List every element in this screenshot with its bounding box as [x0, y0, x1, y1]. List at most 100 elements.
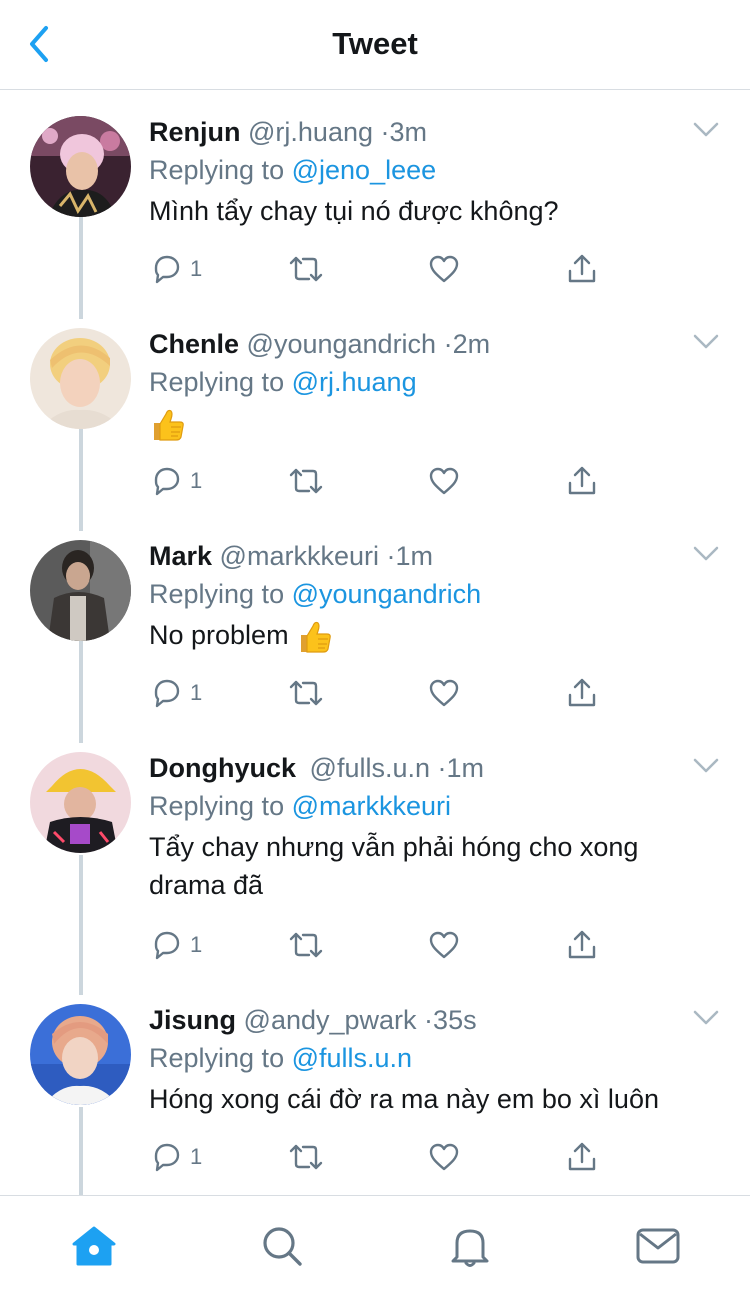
timestamp: 2m: [452, 329, 491, 359]
separator-dot: ·: [380, 117, 390, 147]
reply-count: 1: [190, 1144, 203, 1169]
tab-search[interactable]: [252, 1216, 312, 1276]
display-name[interactable]: Mark: [149, 541, 212, 571]
retweet-icon: [289, 256, 323, 282]
avatar[interactable]: [30, 540, 131, 641]
chevron-down-icon[interactable]: [692, 756, 720, 776]
retweet-button[interactable]: [287, 249, 325, 289]
like-button[interactable]: [427, 461, 461, 501]
avatar[interactable]: [30, 752, 131, 853]
tweet-text-line: Tẩy chay nhưng vẫn phải hóng cho xong: [149, 832, 639, 862]
share-button[interactable]: [565, 673, 599, 713]
tab-home[interactable]: [64, 1216, 124, 1276]
tweet-actions: 1: [149, 249, 619, 289]
tweet-text-content: No problem: [149, 620, 289, 650]
heart-icon: [429, 931, 459, 959]
tab-messages[interactable]: [628, 1216, 688, 1276]
tweet-item[interactable]: Renjun @rj.huang ·3m Replying to @jeno_l…: [0, 114, 750, 314]
share-button[interactable]: [565, 461, 599, 501]
retweet-icon: [289, 932, 323, 958]
like-button[interactable]: [427, 673, 461, 713]
share-button[interactable]: [565, 1137, 599, 1177]
reply-icon: [154, 1143, 180, 1172]
reply-button[interactable]: 1: [149, 925, 202, 965]
tab-notifications[interactable]: [440, 1216, 500, 1276]
reply-count: 1: [190, 932, 203, 957]
reply-button[interactable]: 1: [149, 249, 202, 289]
tweet-text: Mình tẩy chay tụi nó được không?: [149, 196, 559, 226]
like-button[interactable]: [427, 249, 461, 289]
avatar[interactable]: [30, 328, 131, 429]
chevron-down-icon[interactable]: [692, 332, 720, 352]
display-name[interactable]: Renjun: [149, 117, 241, 147]
tweet-header: Chenle @youngandrich ·2m: [149, 326, 490, 362]
separator-dot: ·: [424, 1005, 434, 1035]
reply-count: 1: [190, 468, 203, 493]
thumbs-up-emoji-icon: [301, 621, 331, 653]
tweet-item[interactable]: Donghyuck @fulls.u.n ·1m Replying to @ma…: [0, 750, 750, 990]
user-handle[interactable]: @markkkeuri: [220, 541, 379, 571]
avatar[interactable]: [30, 116, 131, 217]
tweet-actions: 1: [149, 1137, 619, 1177]
chevron-down-icon[interactable]: [692, 120, 720, 140]
replying-to-line: Replying to @jeno_leee: [149, 152, 436, 188]
tweet-thread[interactable]: Renjun @rj.huang ·3m Replying to @jeno_l…: [0, 91, 750, 1195]
tweet-actions: 1: [149, 461, 619, 501]
replying-to-label: Replying to: [149, 1043, 285, 1073]
reply-icon: [154, 467, 180, 496]
tweet-text: Hóng xong cái đờ ra ma này em bo xì luôn: [149, 1084, 659, 1114]
chevron-down-icon[interactable]: [692, 1008, 720, 1028]
tweet-header: Jisung @andy_pwark ·35s: [149, 1002, 477, 1038]
share-button[interactable]: [565, 925, 599, 965]
tweet-header: Mark @markkkeuri ·1m: [149, 538, 433, 574]
replying-to-mention[interactable]: @fulls.u.n: [292, 1043, 412, 1073]
tweet-item[interactable]: Jisung @andy_pwark ·35s Replying to @ful…: [0, 1002, 750, 1195]
user-handle[interactable]: @fulls.u.n: [310, 753, 430, 783]
tweet-header: Renjun @rj.huang ·3m: [149, 114, 427, 150]
replying-to-label: Replying to: [149, 579, 285, 609]
reply-count: 1: [190, 680, 203, 705]
chevron-down-icon[interactable]: [692, 544, 720, 564]
bell-icon: [451, 1229, 489, 1267]
avatar[interactable]: [30, 1004, 131, 1105]
timestamp: 3m: [389, 117, 428, 147]
user-handle[interactable]: @youngandrich: [247, 329, 437, 359]
retweet-button[interactable]: [287, 925, 325, 965]
display-name[interactable]: Jisung: [149, 1005, 236, 1035]
user-handle[interactable]: @rj.huang: [248, 117, 373, 147]
timestamp: 1m: [395, 541, 434, 571]
timestamp: 35s: [433, 1005, 477, 1035]
replying-to-line: Replying to @fulls.u.n: [149, 1040, 412, 1076]
replying-to-mention[interactable]: @youngandrich: [292, 579, 482, 609]
replying-to-mention[interactable]: @jeno_leee: [292, 155, 437, 185]
display-name[interactable]: Donghyuck: [149, 753, 296, 783]
tweet-text-line: drama đã: [149, 870, 264, 900]
share-icon: [568, 254, 596, 283]
replying-to-mention[interactable]: @rj.huang: [292, 367, 417, 397]
reply-button[interactable]: 1: [149, 673, 202, 713]
tweet-item[interactable]: Chenle @youngandrich ·2m Replying to @rj…: [0, 326, 750, 526]
tweet-text: Tẩy chay nhưng vẫn phải hóng cho xong dr…: [149, 828, 729, 904]
reply-button[interactable]: 1: [149, 461, 202, 501]
share-button[interactable]: [565, 249, 599, 289]
retweet-icon: [289, 1144, 323, 1170]
user-handle[interactable]: @andy_pwark: [244, 1005, 417, 1035]
reply-icon: [154, 679, 180, 708]
page-title: Tweet: [332, 26, 418, 61]
display-name[interactable]: Chenle: [149, 329, 239, 359]
replying-to-mention[interactable]: @markkkeuri: [292, 791, 451, 821]
retweet-button[interactable]: [287, 673, 325, 713]
share-icon: [568, 930, 596, 959]
home-icon: [72, 1226, 116, 1266]
reply-button[interactable]: 1: [149, 1137, 202, 1177]
retweet-button[interactable]: [287, 1137, 325, 1177]
mail-icon: [636, 1228, 680, 1264]
tweet-text: No problem: [149, 616, 729, 656]
heart-icon: [429, 255, 459, 283]
like-button[interactable]: [427, 1137, 461, 1177]
tweet-item[interactable]: Mark @markkkeuri ·1m Replying to @younga…: [0, 538, 750, 738]
retweet-button[interactable]: [287, 461, 325, 501]
like-button[interactable]: [427, 925, 461, 965]
replying-to-line: Replying to @rj.huang: [149, 364, 417, 400]
tweet-header: Donghyuck @fulls.u.n ·1m: [149, 750, 484, 786]
